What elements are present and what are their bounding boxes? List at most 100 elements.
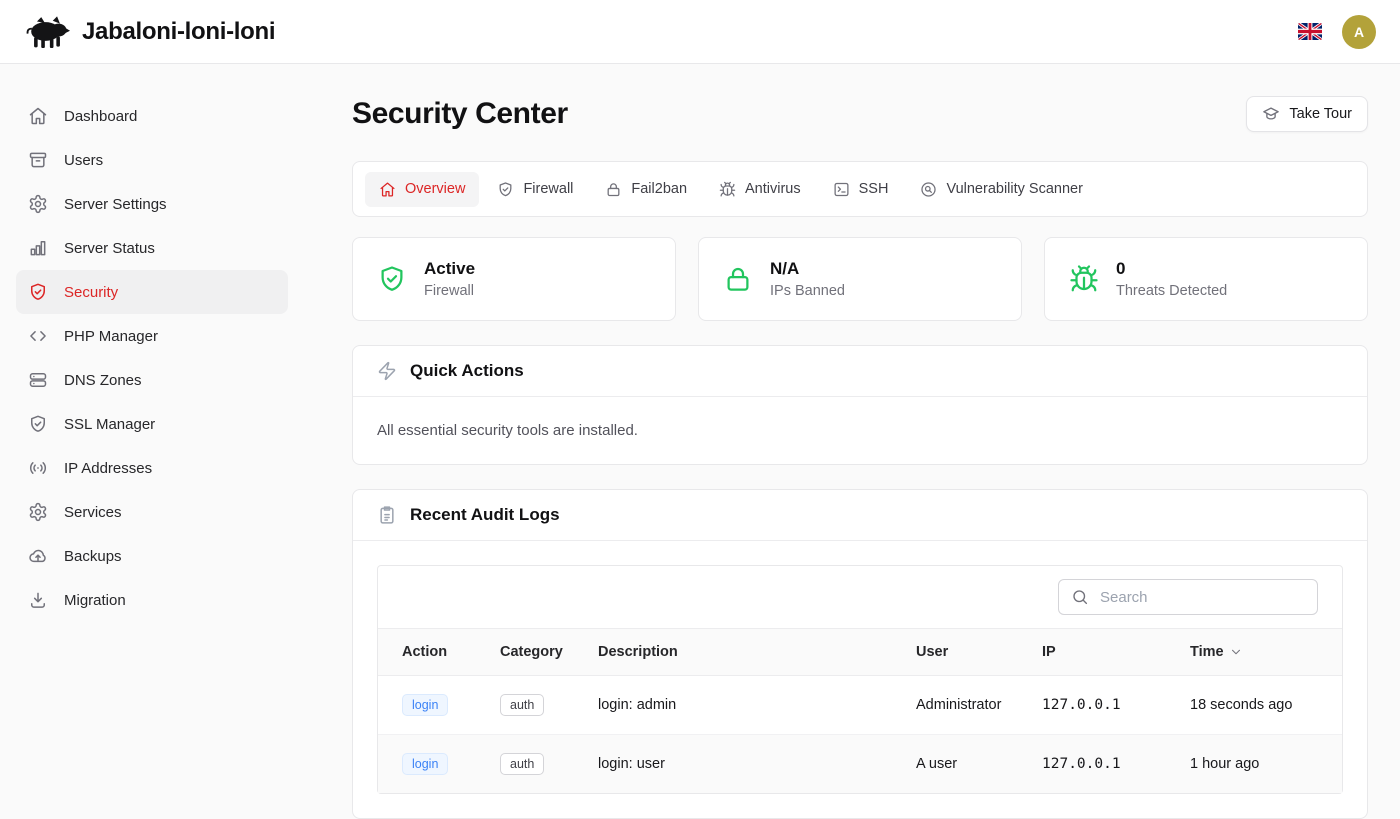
category-badge[interactable]: auth: [500, 694, 544, 716]
sidebar-item-label: Dashboard: [64, 108, 137, 125]
user-cell: Administrator: [904, 676, 1030, 735]
quick-actions-card: Quick Actions All essential security too…: [352, 345, 1368, 465]
code-icon: [28, 326, 48, 346]
ip-cell: 127.0.0.1: [1030, 676, 1178, 735]
download-icon: [28, 590, 48, 610]
tab-vulnerability-scanner[interactable]: Vulnerability Scanner: [906, 172, 1096, 207]
table-row: login auth login: admin Administrator 12…: [378, 676, 1342, 735]
archive-icon: [28, 150, 48, 170]
sidebar-item-ip-addresses[interactable]: IP Addresses: [16, 446, 288, 490]
time-cell: 18 seconds ago: [1178, 676, 1342, 735]
server-icon: [28, 370, 48, 390]
quick-actions-message: All essential security tools are install…: [377, 421, 1343, 440]
sidebar-item-label: SSL Manager: [64, 416, 155, 433]
lock-icon: [723, 264, 753, 294]
action-badge[interactable]: login: [402, 694, 448, 716]
shield-check-icon: [377, 264, 407, 294]
cloud-upload-icon: [28, 546, 48, 566]
column-header-description[interactable]: Description: [586, 629, 904, 676]
home-icon: [28, 106, 48, 126]
stat-label: Threats Detected: [1116, 283, 1227, 299]
stat-card-firewall: Active Firewall: [352, 237, 676, 321]
search-input[interactable]: [1098, 588, 1305, 607]
topbar-actions: A: [1298, 15, 1376, 49]
category-badge[interactable]: auth: [500, 753, 544, 775]
audit-logs-card: Recent Audit Logs Action: [352, 489, 1368, 819]
sidebar-item-dns-zones[interactable]: DNS Zones: [16, 358, 288, 402]
sidebar-item-server-status[interactable]: Server Status: [16, 226, 288, 270]
sidebar-item-label: Server Status: [64, 240, 155, 257]
tab-label: Firewall: [523, 181, 573, 197]
column-header-user[interactable]: User: [904, 629, 1030, 676]
stat-card-ips-banned: N/A IPs Banned: [698, 237, 1022, 321]
user-cell: A user: [904, 735, 1030, 794]
scan-search-icon: [920, 181, 937, 198]
gear-icon: [28, 194, 48, 214]
table-row: login auth login: user A user 127.0.0.1 …: [378, 735, 1342, 794]
shield-check-icon: [497, 181, 514, 198]
user-avatar[interactable]: A: [1342, 15, 1376, 49]
stat-value: 0: [1116, 259, 1227, 279]
description-cell: login: user: [586, 735, 904, 794]
sidebar-item-label: Services: [64, 504, 122, 521]
stat-label: IPs Banned: [770, 283, 845, 299]
shield-check-icon: [28, 282, 48, 302]
table-header-row: Action Category Description User IP Time: [378, 629, 1342, 676]
sidebar-item-dashboard[interactable]: Dashboard: [16, 94, 288, 138]
sidebar-item-backups[interactable]: Backups: [16, 534, 288, 578]
column-header-action[interactable]: Action: [378, 629, 488, 676]
stat-label: Firewall: [424, 283, 475, 299]
home-icon: [379, 181, 396, 198]
take-tour-label: Take Tour: [1289, 106, 1352, 122]
sidebar-item-services[interactable]: Services: [16, 490, 288, 534]
take-tour-button[interactable]: Take Tour: [1246, 96, 1368, 132]
stat-value: Active: [424, 259, 475, 279]
tab-ssh[interactable]: SSH: [819, 172, 903, 207]
time-cell: 1 hour ago: [1178, 735, 1342, 794]
top-bar: Jabaloni-loni-loni A: [0, 0, 1400, 64]
security-tabs: Overview Firewall Fail2ban Antivirus SSH…: [352, 161, 1368, 217]
brand[interactable]: Jabaloni-loni-loni: [24, 14, 275, 49]
sidebar-item-migration[interactable]: Migration: [16, 578, 288, 622]
search-box: [1058, 579, 1318, 615]
column-header-time[interactable]: Time: [1178, 629, 1342, 676]
bar-chart-icon: [28, 238, 48, 258]
bug-icon: [719, 181, 736, 198]
stat-value: N/A: [770, 259, 845, 279]
sidebar-item-ssl-manager[interactable]: SSL Manager: [16, 402, 288, 446]
column-header-category[interactable]: Category: [488, 629, 586, 676]
sidebar-item-users[interactable]: Users: [16, 138, 288, 182]
audit-table-container: Action Category Description User IP Time: [377, 565, 1343, 794]
sidebar-item-server-settings[interactable]: Server Settings: [16, 182, 288, 226]
sidebar-item-php-manager[interactable]: PHP Manager: [16, 314, 288, 358]
action-badge[interactable]: login: [402, 753, 448, 775]
terminal-icon: [833, 181, 850, 198]
tab-fail2ban[interactable]: Fail2ban: [591, 172, 701, 207]
sidebar-item-label: Security: [64, 284, 118, 301]
zap-icon: [377, 361, 397, 381]
tab-overview[interactable]: Overview: [365, 172, 479, 207]
sidebar-item-label: Users: [64, 152, 103, 169]
broadcast-icon: [28, 458, 48, 478]
stat-card-threats: 0 Threats Detected: [1044, 237, 1368, 321]
shield-check-icon: [28, 414, 48, 434]
bug-icon: [1069, 264, 1099, 294]
sidebar-item-security[interactable]: Security: [16, 270, 288, 314]
ip-cell: 127.0.0.1: [1030, 735, 1178, 794]
language-flag-icon[interactable]: [1298, 23, 1322, 40]
sidebar-item-label: Backups: [64, 548, 122, 565]
sidebar-item-label: Migration: [64, 592, 126, 609]
description-cell: login: admin: [586, 676, 904, 735]
clipboard-icon: [377, 505, 397, 525]
main-content: Security Center Take Tour Overview Firew…: [304, 64, 1400, 800]
graduation-cap-icon: [1262, 105, 1280, 123]
sidebar-item-label: DNS Zones: [64, 372, 142, 389]
tab-label: SSH: [859, 181, 889, 197]
tab-label: Fail2ban: [631, 181, 687, 197]
tab-antivirus[interactable]: Antivirus: [705, 172, 815, 207]
audit-table: Action Category Description User IP Time: [378, 628, 1342, 793]
tab-firewall[interactable]: Firewall: [483, 172, 587, 207]
chevron-down-icon: [1229, 645, 1243, 659]
column-header-ip[interactable]: IP: [1030, 629, 1178, 676]
tab-label: Overview: [405, 181, 465, 197]
